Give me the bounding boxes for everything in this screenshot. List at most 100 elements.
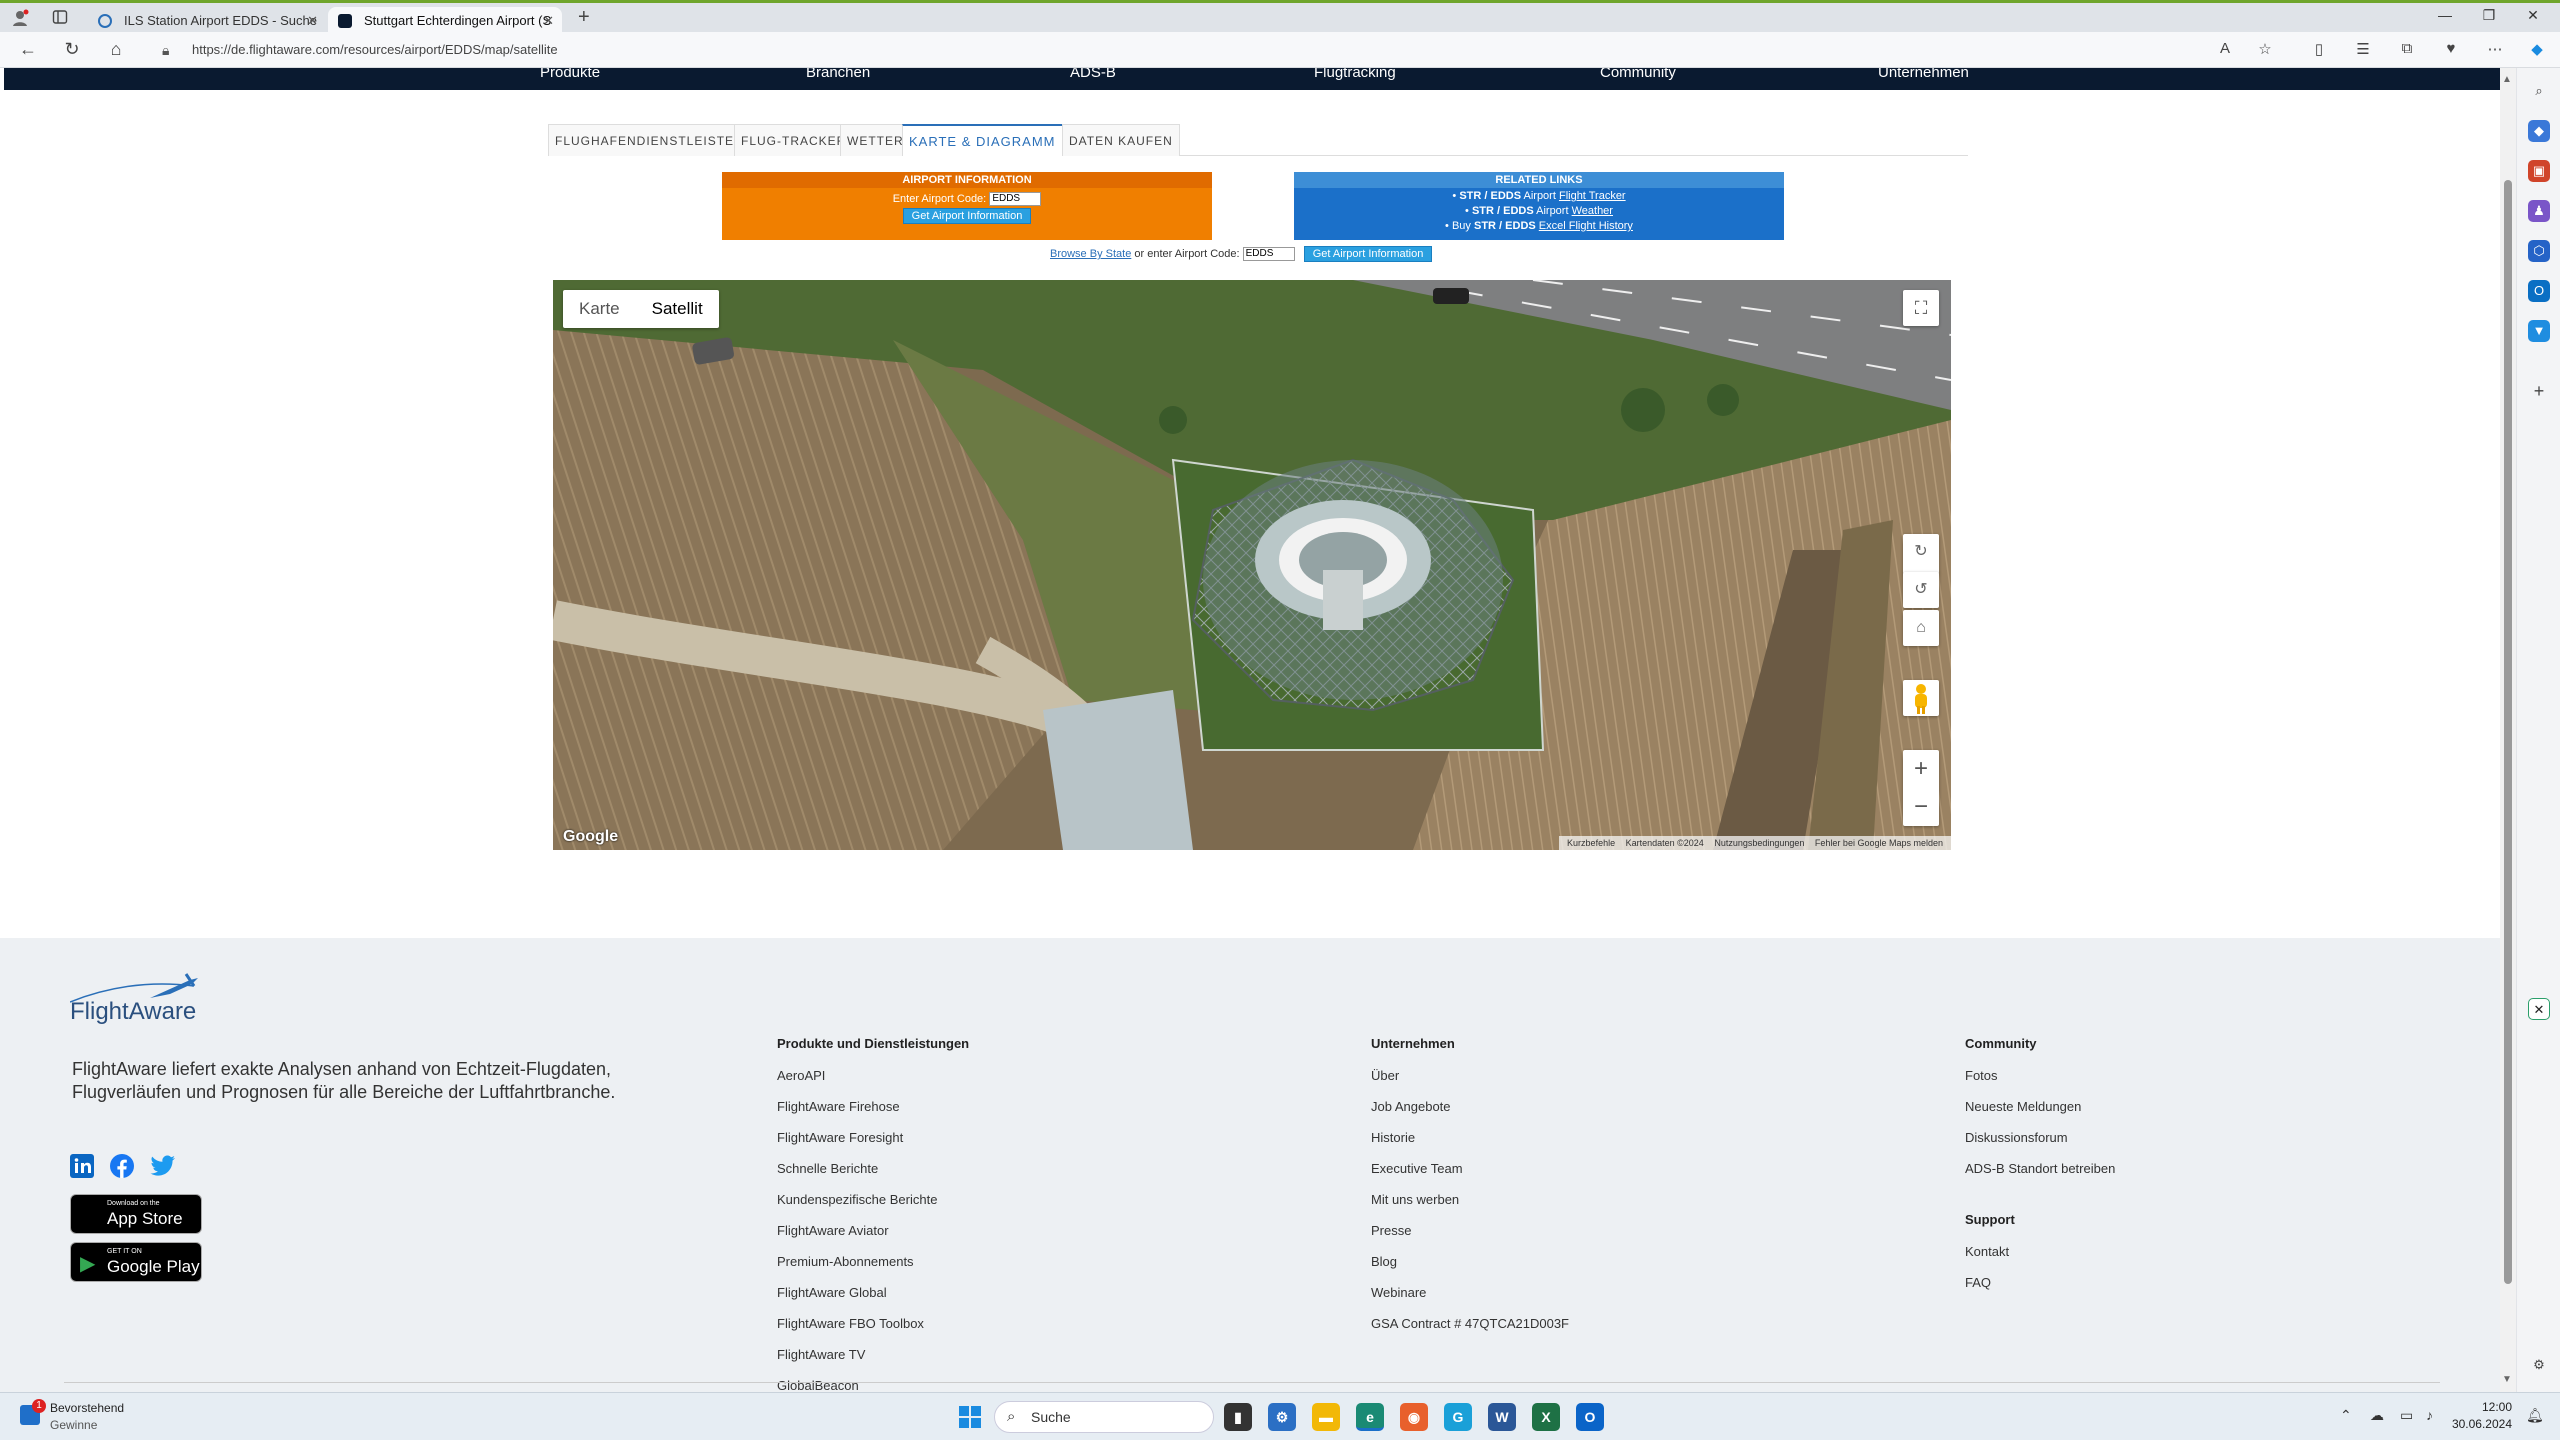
footer-link[interactable]: ADS-B Standort betreiben (1965, 1161, 2115, 1192)
footer-link[interactable]: FlightAware Aviator (777, 1223, 969, 1254)
new-tab-icon[interactable]: + (578, 6, 590, 29)
favorites-icon[interactable]: ☰ (2352, 40, 2374, 58)
footer-link[interactable]: Mit uns werben (1371, 1192, 1569, 1223)
footer-link[interactable]: Premium-Abonnements (777, 1254, 969, 1285)
get-airport-info-button[interactable]: Get Airport Information (902, 208, 1032, 224)
firefox-icon[interactable]: ◉ (1400, 1403, 1428, 1431)
minimize-icon[interactable]: — (2432, 7, 2458, 23)
excel-flight-history-link[interactable]: Excel Flight History (1539, 220, 1633, 232)
reload-icon[interactable]: ↻ (60, 39, 84, 60)
footer-link[interactable]: Executive Team (1371, 1161, 1569, 1192)
copilot-icon[interactable]: ◆ (2526, 40, 2548, 58)
file-explorer-icon[interactable]: ▬ (1312, 1403, 1340, 1431)
tab-flughafendienstleister[interactable]: FLUGHAFENDIENSTLEISTER (548, 124, 751, 156)
taskbar-search[interactable]: ⌕ Suche (994, 1401, 1214, 1433)
app-icon[interactable]: G (1444, 1403, 1472, 1431)
tab-flug-tracker[interactable]: FLUG-TRACKER (734, 124, 854, 156)
browse-code-input[interactable]: EDDS (1242, 247, 1295, 262)
nav-flugtracking[interactable]: Flugtracking (1314, 68, 1396, 81)
nav-ads-b[interactable]: ADS-B (1070, 68, 1116, 81)
restore-icon[interactable]: ❐ (2476, 7, 2502, 24)
weather-link[interactable]: Weather (1572, 205, 1613, 217)
footer-link[interactable]: Webinare (1371, 1285, 1569, 1316)
scroll-down-icon[interactable]: ▼ (2502, 1374, 2512, 1385)
footer-link[interactable]: Schnelle Berichte (777, 1161, 969, 1192)
edge-browser-icon[interactable]: e (1356, 1403, 1384, 1431)
tab-karte-diagramm[interactable]: KARTE & DIAGRAMM (902, 124, 1063, 156)
zoom-out-button[interactable]: − (1903, 788, 1939, 826)
tab-flightaware[interactable]: Stuttgart Echterdingen Airport (S ✕ (328, 7, 562, 35)
clock[interactable]: 12:00 30.06.2024 (2448, 1399, 2512, 1433)
collections-icon[interactable]: ⧉ (2396, 40, 2418, 57)
close-tab-icon[interactable]: ✕ (543, 7, 554, 35)
footer-link[interactable]: FlightAware TV (777, 1347, 969, 1378)
terms-link[interactable]: Nutzungsbedingungen (1714, 838, 1804, 848)
sidebar-drop-icon[interactable]: ▼ (2528, 320, 2550, 342)
footer-link[interactable]: Diskussionsforum (1965, 1130, 2115, 1161)
outlook-icon[interactable]: O (1576, 1403, 1604, 1431)
sidebar-settings-icon[interactable]: ⚙ (2528, 1354, 2550, 1376)
sidebar-search-icon[interactable]: ⌕ (2528, 80, 2550, 102)
footer-link[interactable]: Kontakt (1965, 1244, 2115, 1275)
back-icon[interactable]: ← (16, 39, 40, 60)
home-icon[interactable]: ⌂ (104, 39, 128, 60)
keyboard-shortcuts-link[interactable]: Kurzbefehle (1567, 838, 1615, 848)
footer-link[interactable]: FAQ (1965, 1275, 2115, 1306)
footer-link[interactable]: Neueste Meldungen (1965, 1099, 2115, 1130)
report-error-link[interactable]: Fehler bei Google Maps melden (1815, 838, 1943, 848)
settings-more-icon[interactable]: ⋯ (2484, 40, 2506, 58)
tab-ils-search[interactable]: ILS Station Airport EDDS - Suche ✕ (88, 7, 326, 35)
word-icon[interactable]: W (1488, 1403, 1516, 1431)
url-field[interactable]: 🔒︎ https://de.flightaware.com/resources/… (152, 36, 2272, 64)
page-scrollbar[interactable]: ▲ ▼ (2500, 68, 2516, 1392)
lock-icon[interactable]: 🔒︎ (162, 36, 169, 64)
tray-cloud-icon[interactable]: ☁ (2370, 1407, 2384, 1424)
close-window-icon[interactable]: ✕ (2520, 7, 2546, 24)
google-play-badge[interactable]: ▶ GET IT ON Google Play (70, 1242, 202, 1282)
sidebar-close-icon[interactable]: ✕ (2528, 998, 2550, 1020)
footer-link[interactable]: FlightAware Global (777, 1285, 969, 1316)
linkedin-icon[interactable] (70, 1154, 94, 1178)
nav-produkte[interactable]: Produkte (540, 68, 600, 81)
browse-get-info-button[interactable]: Get Airport Information (1303, 246, 1433, 262)
tilt-view-icon[interactable]: ⌂ (1903, 610, 1939, 646)
read-aloud-icon[interactable]: A (2214, 40, 2236, 57)
footer-link[interactable]: Kundenspezifische Berichte (777, 1192, 969, 1223)
excel-icon[interactable]: X (1532, 1403, 1560, 1431)
flightaware-logo[interactable]: FlightAware (69, 972, 230, 1032)
footer-link[interactable]: FlightAware Firehose (777, 1099, 969, 1130)
scroll-up-icon[interactable]: ▲ (2502, 74, 2512, 85)
windows-start-icon[interactable] (958, 1405, 982, 1429)
nav-branchen[interactable]: Branchen (806, 68, 870, 81)
close-tab-icon[interactable]: ✕ (307, 7, 318, 35)
satellite-map[interactable]: Karte Satellit ⛶ ↻ ↺ ⌂ + − Google Kurzbe… (553, 280, 1951, 850)
footer-link[interactable]: FlightAware FBO Toolbox (777, 1316, 969, 1347)
flight-tracker-link[interactable]: Flight Tracker (1559, 190, 1626, 202)
tray-volume-icon[interactable]: ♪ (2426, 1407, 2433, 1423)
sidebar-tools-icon[interactable]: ▣ (2528, 160, 2550, 182)
map-type-satellit[interactable]: Satellit (636, 290, 719, 328)
nav-community[interactable]: Community (1600, 68, 1676, 81)
twitter-icon[interactable] (150, 1154, 175, 1178)
app-store-badge[interactable]: Download on the App Store (70, 1194, 202, 1234)
tray-network-icon[interactable]: ▭ (2400, 1407, 2413, 1424)
footer-link[interactable]: Fotos (1965, 1068, 2115, 1099)
fullscreen-icon[interactable]: ⛶ (1903, 290, 1939, 326)
weather-widget[interactable]: 1 Bevorstehend Gewinne (18, 1399, 178, 1433)
settings-app-icon[interactable]: ⚙ (1268, 1403, 1296, 1431)
favorite-star-icon[interactable]: ☆ (2254, 40, 2276, 58)
tab-actions-icon[interactable] (50, 9, 70, 29)
split-screen-icon[interactable]: ▯ (2308, 40, 2330, 58)
sidebar-office-icon[interactable]: ⬡ (2528, 240, 2550, 262)
facebook-icon[interactable] (110, 1154, 134, 1178)
footer-link[interactable]: GSA Contract # 47QTCA21D003F (1371, 1316, 1569, 1347)
sidebar-shopping-icon[interactable]: ◆ (2528, 120, 2550, 142)
tab-wetter[interactable]: WETTER (840, 124, 911, 156)
footer-link[interactable]: AeroAPI (777, 1068, 969, 1099)
footer-link[interactable]: Historie (1371, 1130, 1569, 1161)
street-view-pegman-icon[interactable] (1903, 680, 1939, 716)
rotate-counterclockwise-icon[interactable]: ↺ (1903, 572, 1939, 608)
sidebar-games-icon[interactable]: ♟ (2528, 200, 2550, 222)
rotate-clockwise-icon[interactable]: ↻ (1903, 534, 1939, 574)
sidebar-add-icon[interactable]: + (2528, 380, 2550, 402)
